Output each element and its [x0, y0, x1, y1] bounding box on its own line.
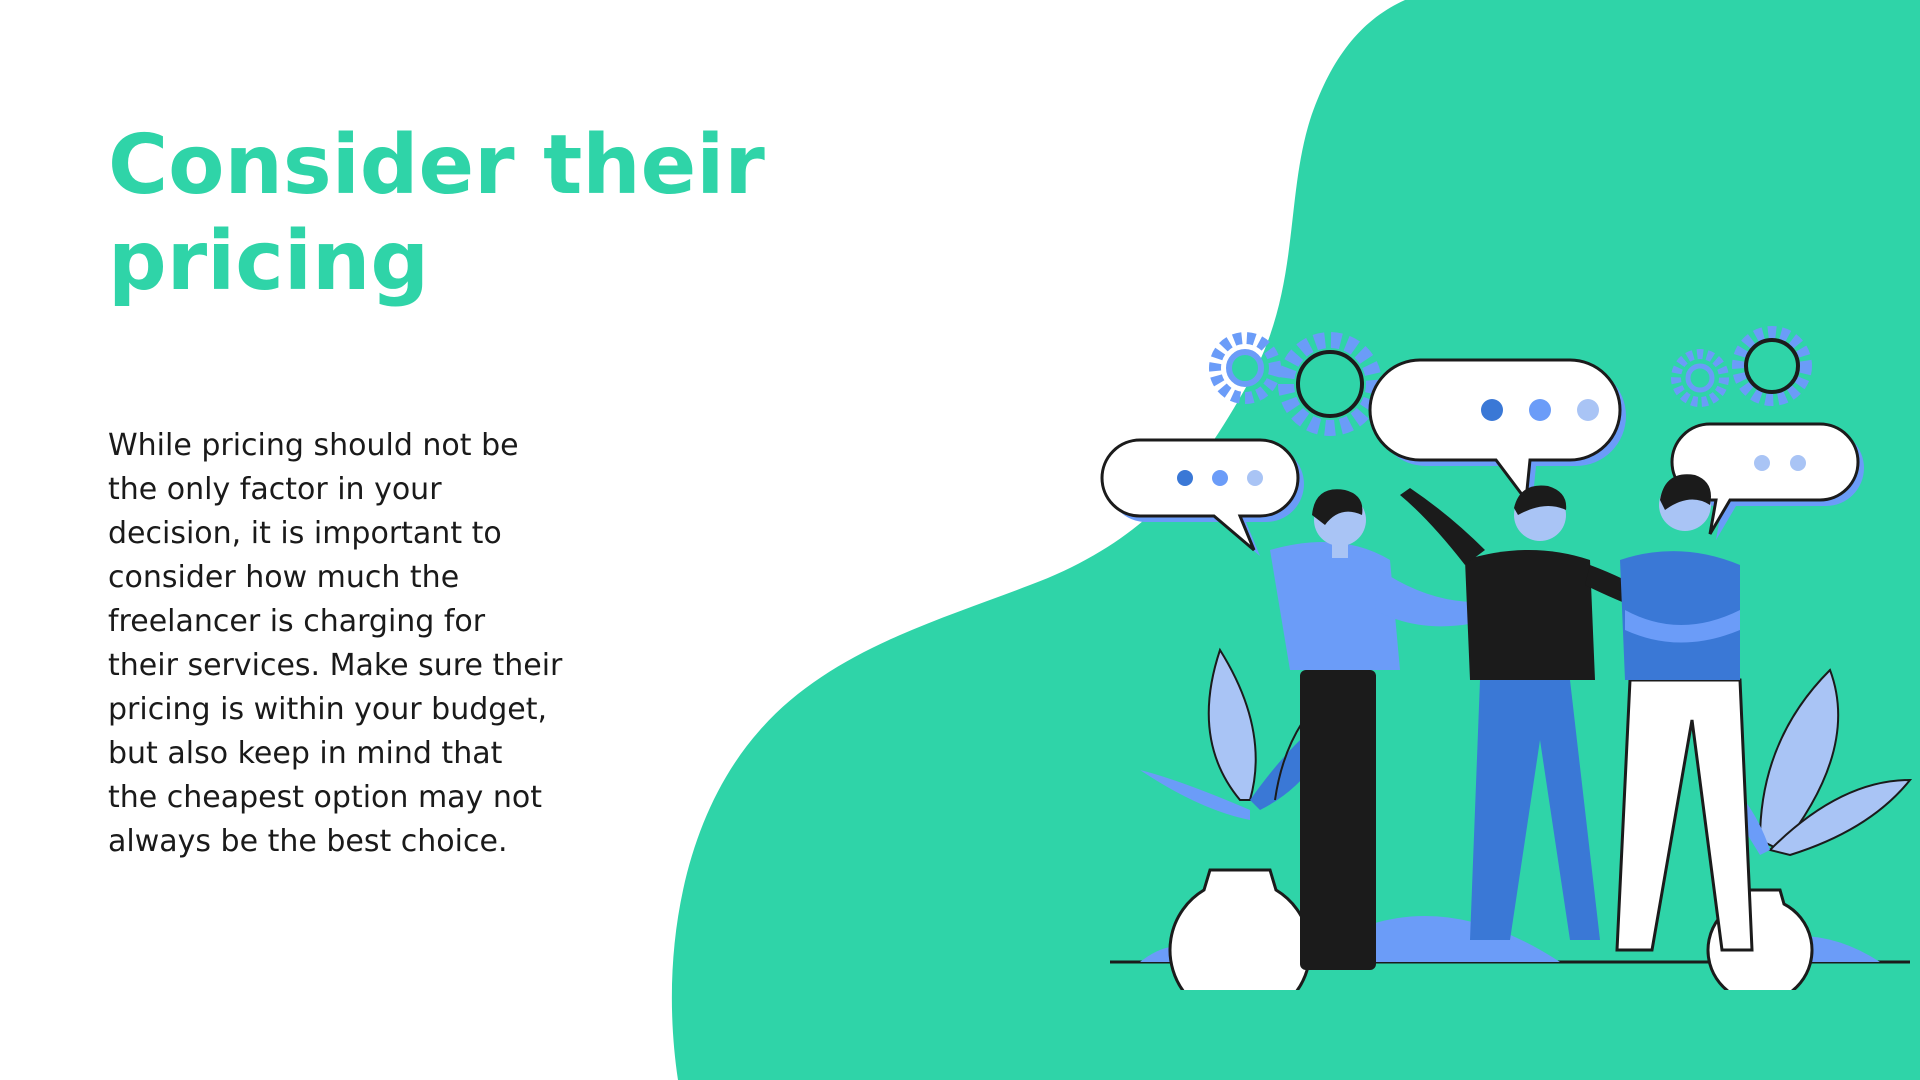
person-right: [1615, 474, 1754, 952]
gear-icon-large-right: [1732, 326, 1812, 406]
people-conversation-illustration: [1100, 326, 1913, 990]
gear-icon-large-left: [1278, 332, 1382, 436]
slide-body-text: While pricing should not be the only fac…: [108, 428, 563, 859]
gear-icon-small-left: [1209, 332, 1281, 404]
slide-title: Consider their pricing: [108, 118, 765, 309]
speech-bubble-icon-left: [1100, 438, 1304, 556]
speech-bubble-icon-center: [1368, 358, 1626, 506]
gear-icon-small-right: [1671, 349, 1729, 407]
slide: Consider their pricing While pricing sho…: [0, 0, 1920, 1080]
